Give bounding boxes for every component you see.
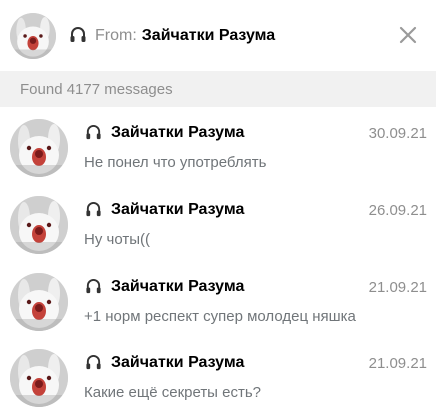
search-results-panel: From: Зайчатки Разума Found 4177 message… (0, 0, 436, 417)
megaphone-icon (86, 201, 101, 216)
search-result-item[interactable]: Зайчатки Разума 30.09.21 Не понел что уп… (0, 110, 436, 187)
result-date: 21.09.21 (368, 354, 427, 372)
from-channel-name: Зайчатки Разума (141, 27, 276, 44)
megaphone-icon (86, 354, 101, 369)
close-button[interactable] (396, 23, 420, 47)
result-sender: Зайчатки Разума (111, 278, 245, 295)
result-sender: Зайчатки Разума (111, 201, 245, 218)
search-result-item[interactable]: Зайчатки Разума 26.09.21 Ну чоты(( (0, 187, 436, 264)
avatar (10, 349, 68, 407)
result-header: Зайчатки Разума (85, 277, 244, 297)
megaphone-icon (86, 278, 101, 293)
megaphone-icon (70, 27, 86, 42)
result-date: 30.09.21 (368, 124, 427, 142)
from-prefix: From: (95, 27, 137, 44)
rabbit-avatar-image (10, 119, 68, 177)
results-count-bar: Found 4177 messages (0, 71, 436, 107)
result-header: Зайчатки Разума (85, 123, 244, 143)
result-message: +1 норм респект супер молодец няшка (84, 307, 356, 325)
avatar (10, 119, 68, 177)
result-sender: Зайчатки Разума (111, 124, 245, 141)
result-message: Ну чоты(( (84, 230, 150, 248)
result-date: 26.09.21 (368, 201, 427, 219)
megaphone-icon (86, 124, 101, 139)
search-header: From: Зайчатки Разума (0, 0, 436, 71)
search-result-item[interactable]: Зайчатки Разума 21.09.21 +1 норм респект… (0, 264, 436, 341)
avatar[interactable] (10, 13, 56, 59)
rabbit-avatar-image (10, 349, 68, 407)
result-message: Не понел что употреблять (84, 153, 267, 171)
result-sender: Зайчатки Разума (111, 354, 245, 371)
result-header: Зайчатки Разума (85, 353, 244, 373)
search-from-filter: From: Зайчатки Разума (69, 25, 275, 47)
result-date: 21.09.21 (368, 278, 427, 296)
search-result-item[interactable]: Зайчатки Разума 21.09.21 Какие ещё секре… (0, 340, 436, 417)
result-header: Зайчатки Разума (85, 200, 244, 220)
results-count: Found 4177 messages (20, 80, 173, 98)
result-message: Какие ещё секреты есть? (84, 383, 262, 401)
rabbit-avatar-image (10, 273, 68, 331)
avatar (10, 196, 68, 254)
avatar (10, 273, 68, 331)
rabbit-avatar-image (10, 13, 56, 59)
rabbit-avatar-image (10, 196, 68, 254)
close-icon (399, 26, 417, 44)
